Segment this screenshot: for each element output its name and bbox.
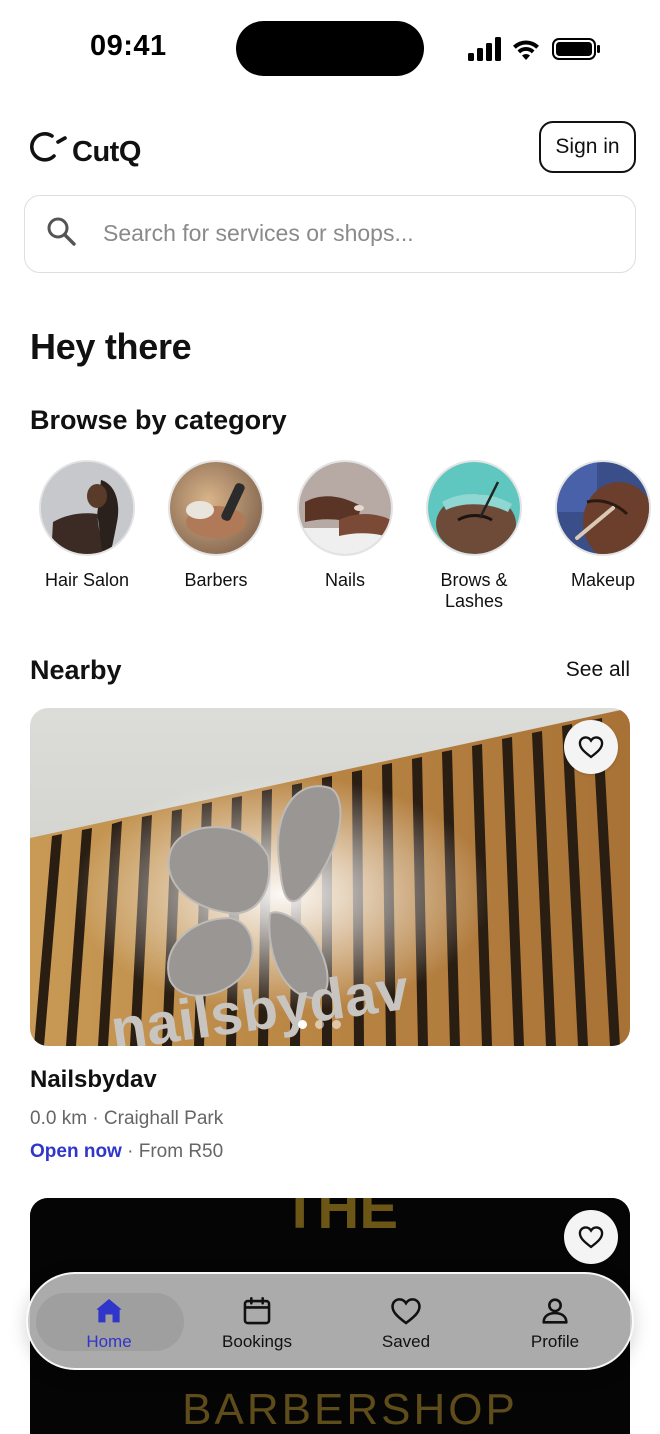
category-brows-lashes[interactable]: Brows & Lashes bbox=[409, 460, 539, 612]
nav-item-home[interactable]: Home bbox=[49, 1294, 169, 1352]
carousel-dot[interactable] bbox=[298, 1020, 307, 1029]
shop-location: 0.0 km · Craighall Park bbox=[30, 1108, 223, 1130]
search-input[interactable] bbox=[103, 196, 623, 271]
shop-area: Craighall Park bbox=[103, 1108, 224, 1129]
shop-distance: 0.0 km bbox=[30, 1108, 88, 1129]
brows-lashes-image bbox=[426, 460, 522, 556]
shop-card-image[interactable]: nailsbydav bbox=[30, 708, 630, 1046]
carousel-dot[interactable] bbox=[315, 1020, 324, 1029]
nav-label: Profile bbox=[530, 1332, 580, 1351]
nav-label: Saved bbox=[381, 1332, 431, 1351]
nav-item-bookings[interactable]: Bookings bbox=[197, 1294, 317, 1352]
greeting-heading: Hey there bbox=[30, 326, 192, 367]
category-makeup[interactable]: Makeup bbox=[538, 460, 660, 591]
calendar-icon bbox=[243, 1296, 271, 1325]
dynamic-island bbox=[236, 21, 424, 76]
shop-photo: nailsbydav bbox=[30, 708, 630, 1046]
person-icon bbox=[542, 1298, 568, 1324]
barbers-image bbox=[168, 460, 264, 556]
nearby-title: Nearby bbox=[30, 655, 122, 685]
search-icon bbox=[47, 217, 76, 246]
category-hair-salon[interactable]: Hair Salon bbox=[22, 460, 152, 591]
status-icons bbox=[468, 37, 600, 61]
logo-mark-icon bbox=[30, 132, 67, 162]
heart-outline-icon bbox=[578, 1226, 604, 1249]
barbershop-sign-top: THE bbox=[282, 1198, 398, 1241]
nav-item-saved[interactable]: Saved bbox=[346, 1294, 466, 1352]
shop-name[interactable]: Nailsbydav bbox=[30, 1066, 157, 1094]
category-barbers[interactable]: Barbers bbox=[151, 460, 281, 591]
nails-image bbox=[297, 460, 393, 556]
status-time: 09:41 bbox=[90, 30, 167, 62]
separator: · bbox=[121, 1141, 139, 1162]
heart-outline-icon bbox=[578, 736, 604, 759]
browse-category-title: Browse by category bbox=[30, 405, 287, 435]
category-label: Hair Salon bbox=[44, 570, 130, 590]
open-status: Open now bbox=[30, 1141, 122, 1162]
wifi-icon bbox=[513, 40, 539, 60]
heart-icon bbox=[391, 1298, 421, 1325]
category-label: Makeup bbox=[570, 570, 636, 590]
category-label: Nails bbox=[324, 570, 365, 590]
nav-label: Home bbox=[86, 1332, 132, 1351]
logo-text: CutQ bbox=[72, 135, 141, 168]
bottom-nav: Home Bookings Saved Profile bbox=[26, 1272, 634, 1370]
nav-label: Bookings bbox=[222, 1332, 292, 1351]
shop-status-line: Open now · From R50 bbox=[30, 1141, 223, 1163]
search-bar[interactable] bbox=[24, 195, 636, 273]
sign-in-button[interactable]: Sign in bbox=[539, 121, 636, 173]
signal-icon bbox=[468, 37, 501, 61]
barbershop-sign-bottom: BARBERSHOP bbox=[182, 1385, 518, 1434]
hair-salon-image bbox=[39, 460, 135, 556]
category-nails[interactable]: Nails bbox=[280, 460, 410, 591]
battery-icon bbox=[552, 38, 600, 60]
save-shop-button[interactable] bbox=[564, 1210, 618, 1264]
home-icon bbox=[96, 1298, 122, 1323]
carousel-dot[interactable] bbox=[332, 1020, 341, 1029]
status-bar: 09:41 bbox=[0, 0, 660, 96]
shop-price: From R50 bbox=[138, 1141, 224, 1162]
carousel-dots[interactable] bbox=[298, 1020, 341, 1029]
see-all-link[interactable]: See all bbox=[566, 658, 630, 682]
logo[interactable]: CutQ bbox=[28, 128, 141, 168]
category-label: Barbers bbox=[184, 570, 248, 590]
separator: · bbox=[87, 1108, 104, 1129]
category-label: Brows & Lashes bbox=[440, 570, 508, 611]
save-shop-button[interactable] bbox=[564, 720, 618, 774]
category-list: Hair Salon Barbers Nails Brows & Lashes … bbox=[0, 460, 660, 620]
makeup-image bbox=[555, 460, 651, 556]
nav-item-profile[interactable]: Profile bbox=[495, 1294, 615, 1352]
